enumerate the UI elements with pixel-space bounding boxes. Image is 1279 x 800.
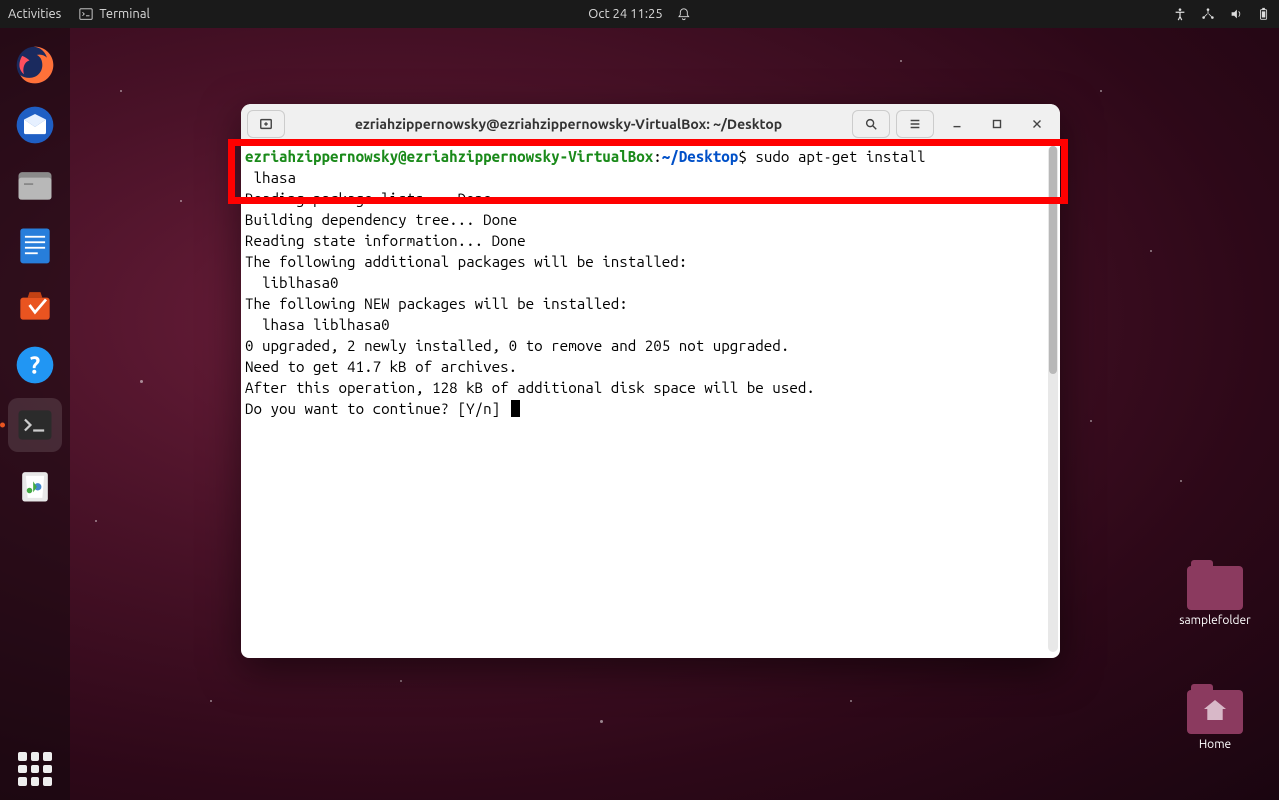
out-line: Need to get 41.7 kB of archives. xyxy=(245,358,517,375)
search-button[interactable] xyxy=(852,110,890,138)
desktop-item-label: samplefolder xyxy=(1179,614,1250,627)
dock-help[interactable]: ? xyxy=(8,338,62,392)
top-bar: Activities Terminal Oct 24 11:25 xyxy=(0,0,1279,28)
command-text: sudo apt-get install xyxy=(755,148,925,165)
software-icon xyxy=(13,283,57,327)
dock-libreoffice-writer[interactable] xyxy=(8,218,62,272)
dock-terminal[interactable] xyxy=(8,398,62,452)
thunderbird-icon xyxy=(13,103,57,147)
dock-trash[interactable] xyxy=(8,458,62,512)
files-icon xyxy=(13,163,57,207)
scrollbar[interactable] xyxy=(1048,146,1058,652)
dock-ubuntu-software[interactable] xyxy=(8,278,62,332)
notification-icon[interactable] xyxy=(677,7,691,21)
maximize-button[interactable] xyxy=(980,110,1014,138)
scrollbar-thumb[interactable] xyxy=(1049,146,1057,374)
activities-button[interactable]: Activities xyxy=(8,7,61,21)
out-line: Reading state information... Done xyxy=(245,232,526,249)
dock: ? xyxy=(0,28,70,800)
volume-icon[interactable] xyxy=(1229,7,1243,21)
clock[interactable]: Oct 24 11:25 xyxy=(588,7,662,21)
desktop-folder-samplefolder[interactable]: samplefolder xyxy=(1171,560,1259,627)
help-icon: ? xyxy=(13,343,57,387)
terminal-window: ezriahzippernowsky@ezriahzippernowsky-Vi… xyxy=(241,104,1060,658)
trash-icon xyxy=(13,463,57,507)
minimize-button[interactable] xyxy=(940,110,974,138)
svg-text:?: ? xyxy=(30,351,40,378)
dock-files[interactable] xyxy=(8,158,62,212)
home-folder-icon xyxy=(1187,690,1243,734)
cursor xyxy=(511,400,520,417)
topbar-app-name: Terminal xyxy=(99,7,150,21)
out-line: The following NEW packages will be insta… xyxy=(245,295,628,312)
topbar-app-indicator[interactable]: Terminal xyxy=(79,7,150,21)
folder-icon xyxy=(1187,566,1243,610)
hamburger-menu-button[interactable] xyxy=(896,110,934,138)
prompt-user: ezriahzippernowsky@ezriahzippernowsky-Vi… xyxy=(245,148,653,165)
new-tab-button[interactable] xyxy=(247,110,285,138)
terminal-output[interactable]: ezriahzippernowsky@ezriahzippernowsky-Vi… xyxy=(241,144,1060,658)
out-line: After this operation, 128 kB of addition… xyxy=(245,379,815,396)
prompt-path: ~/Desktop xyxy=(662,148,739,165)
desktop-item-label: Home xyxy=(1199,738,1231,751)
accessibility-icon[interactable] xyxy=(1173,7,1187,21)
power-icon[interactable] xyxy=(1257,7,1271,21)
out-line: Reading package lists... Done xyxy=(245,190,492,207)
window-titlebar[interactable]: ezriahzippernowsky@ezriahzippernowsky-Vi… xyxy=(241,104,1060,144)
show-applications-button[interactable] xyxy=(18,752,52,786)
close-button[interactable] xyxy=(1020,110,1054,138)
out-line: Building dependency tree... Done xyxy=(245,211,517,228)
desktop-folder-home[interactable]: Home xyxy=(1171,684,1259,751)
out-line: lhasa liblhasa0 xyxy=(245,316,390,333)
dock-firefox[interactable] xyxy=(8,38,62,92)
command-text-2: lhasa xyxy=(245,169,296,186)
writer-icon xyxy=(13,223,57,267)
out-line: liblhasa0 xyxy=(245,274,339,291)
dock-thunderbird[interactable] xyxy=(8,98,62,152)
window-title: ezriahzippernowsky@ezriahzippernowsky-Vi… xyxy=(291,116,846,132)
out-line: 0 upgraded, 2 newly installed, 0 to remo… xyxy=(245,337,789,354)
network-icon[interactable] xyxy=(1201,7,1215,21)
firefox-icon xyxy=(13,43,57,87)
terminal-app-icon xyxy=(13,403,57,447)
terminal-icon xyxy=(79,7,93,21)
out-line: The following additional packages will b… xyxy=(245,253,687,270)
out-line: Do you want to continue? [Y/n] xyxy=(245,400,509,417)
